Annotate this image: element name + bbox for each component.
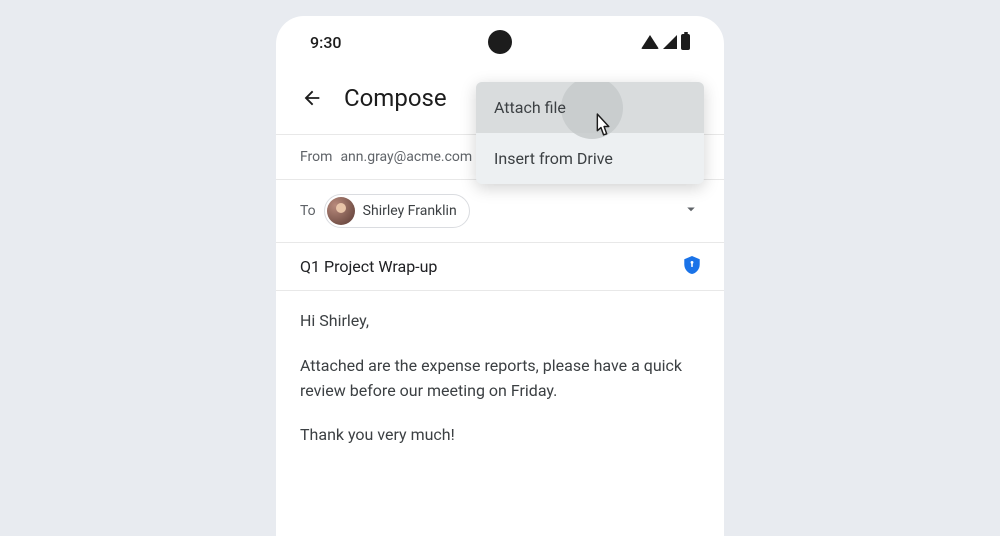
chevron-down-icon [682,200,700,218]
from-value: ann.gray@acme.com [340,149,472,165]
back-button[interactable] [300,86,324,110]
subject-text: Q1 Project Wrap-up [300,257,437,276]
status-icons [641,34,690,50]
body-paragraph: Thank you very much! [300,423,700,448]
avatar [327,197,355,225]
expand-recipients-button[interactable] [682,200,700,222]
shield-icon [684,256,700,274]
phone-frame: 9:30 Compose From ann.gray@acme.com To S… [276,16,724,536]
email-body[interactable]: Hi Shirley, Attached are the expense rep… [276,291,724,486]
confidential-mode-button[interactable] [684,256,700,278]
from-label: From [300,149,332,165]
status-time: 9:30 [310,33,342,52]
body-paragraph: Attached are the expense reports, please… [300,354,700,404]
menu-item-label: Attach file [494,98,566,117]
menu-item-attach-file[interactable]: Attach file [476,82,704,133]
recipient-chip[interactable]: Shirley Franklin [324,194,470,228]
to-row[interactable]: To Shirley Franklin [276,180,724,243]
signal-icon [663,35,677,49]
body-paragraph: Hi Shirley, [300,309,700,334]
recipient-name: Shirley Franklin [363,203,457,219]
to-label: To [300,203,316,219]
back-arrow-icon [301,87,323,109]
attach-menu: Attach file Insert from Drive [476,82,704,184]
subject-row[interactable]: Q1 Project Wrap-up [276,243,724,291]
menu-item-label: Insert from Drive [494,149,613,168]
camera-punch-hole [488,30,512,54]
compose-title: Compose [344,84,447,112]
menu-item-insert-drive[interactable]: Insert from Drive [476,133,704,184]
wifi-icon [641,35,659,49]
battery-icon [681,34,690,50]
status-bar: 9:30 [276,16,724,68]
